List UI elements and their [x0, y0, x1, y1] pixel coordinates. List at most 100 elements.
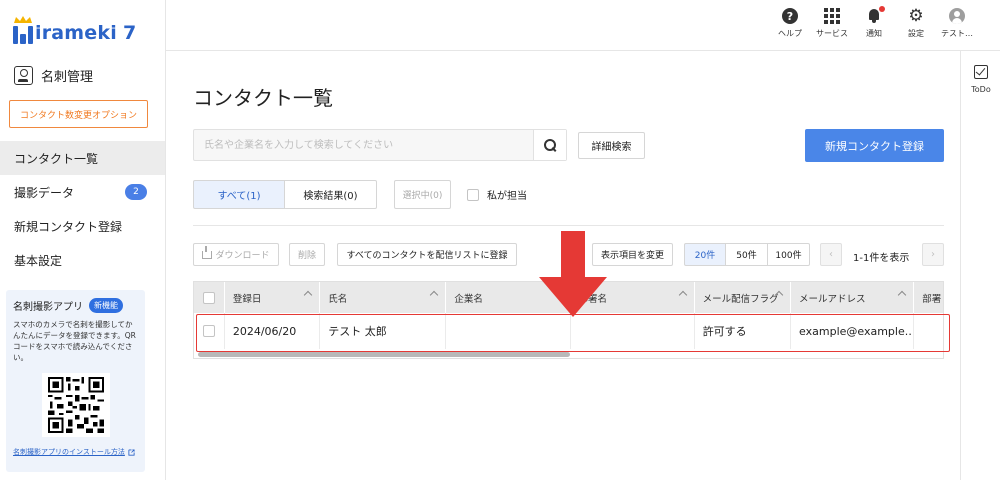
- col-department2-label: 部署: [922, 293, 942, 305]
- divider: [193, 225, 944, 226]
- col-header-department2[interactable]: 部署: [914, 282, 943, 313]
- new-feature-badge: 新機能: [89, 298, 123, 313]
- search-bar: [193, 129, 567, 161]
- crown-icon: [14, 16, 32, 23]
- cell-date: 2024/06/20: [225, 313, 321, 349]
- select-all-checkbox[interactable]: [203, 291, 215, 304]
- filter-tabs: すべて(1) 検索結果(0): [193, 180, 377, 209]
- download-label: ダウンロード: [215, 251, 270, 261]
- user-label: テスト…: [941, 29, 973, 38]
- sidebar-item-label: 基本設定: [14, 253, 63, 268]
- horizontal-scrollbar[interactable]: [198, 352, 570, 357]
- assigned-to-me-filter[interactable]: 私が担当: [467, 187, 527, 202]
- col-name-label: 氏名: [328, 293, 348, 305]
- row-checkbox[interactable]: [203, 325, 215, 337]
- sidebar-item-new-contact[interactable]: 新規コンタクト登録: [0, 209, 165, 243]
- page-size-20[interactable]: 20件: [684, 243, 726, 266]
- sort-icon: [897, 290, 907, 300]
- prev-page-button[interactable]: ‹: [820, 243, 842, 266]
- external-link-icon: [128, 448, 135, 456]
- todo-button[interactable]: ToDo: [961, 65, 1000, 94]
- next-page-button[interactable]: ›: [922, 243, 944, 266]
- cell-name[interactable]: テスト 太郎: [320, 313, 447, 349]
- page-title: コンタクト一覧: [193, 86, 333, 110]
- qr-code-icon: [41, 373, 110, 437]
- user-menu-button[interactable]: テスト…: [941, 8, 973, 39]
- page-size-selector: 20件 50件 100件: [684, 243, 810, 266]
- help-label: ヘルプ: [778, 29, 802, 38]
- section-title: 名刺管理: [14, 66, 93, 85]
- promo-header: 名刺撮影アプリ 新機能: [13, 298, 138, 313]
- settings-label: 設定: [908, 29, 924, 38]
- install-guide-label: 名刺撮影アプリのインストール方法: [13, 448, 125, 456]
- bell-icon: [866, 6, 885, 24]
- col-header-name[interactable]: 氏名: [320, 282, 447, 313]
- select-all-cell: [194, 282, 225, 313]
- scan-app-promo: 名刺撮影アプリ 新機能 スマホのカメラで名刺を撮影してかんたんにデータを登録でき…: [6, 290, 145, 472]
- sidebar-item-scan-data[interactable]: 撮影データ 2: [0, 175, 165, 209]
- search-icon: [544, 139, 556, 151]
- sidebar-item-label: コンタクト一覧: [14, 151, 99, 166]
- apps-grid-icon: [824, 8, 840, 24]
- cell-department: [571, 313, 695, 349]
- help-button[interactable]: ? ヘルプ: [778, 8, 802, 39]
- cell-company: [446, 313, 571, 349]
- col-header-mail-flag[interactable]: メール配信フラグ: [695, 282, 792, 313]
- cell-email: example@example.…: [791, 313, 915, 349]
- sidebar-item-label: 新規コンタクト登録: [14, 219, 123, 234]
- right-rail: ToDo: [960, 51, 1000, 480]
- promo-title: 名刺撮影アプリ: [13, 302, 83, 313]
- red-down-arrow-icon: [539, 231, 607, 317]
- cell-department2: [914, 313, 943, 349]
- sort-icon: [678, 290, 687, 300]
- sidebar: irameki 7 名刺管理 コンタクト数変更オプション コンタクト一覧 撮影デ…: [0, 0, 166, 480]
- delete-button[interactable]: 削除: [289, 243, 325, 266]
- assigned-to-me-checkbox[interactable]: [467, 188, 479, 201]
- gear-icon: ⚙: [908, 6, 924, 26]
- count-badge: 2: [125, 184, 147, 200]
- sidebar-item-contact-list[interactable]: コンタクト一覧: [0, 141, 165, 175]
- logo-h-mark: [12, 16, 34, 44]
- col-header-date[interactable]: 登録日: [225, 282, 321, 313]
- download-button[interactable]: ダウンロード: [193, 243, 279, 266]
- col-company-label: 企業名: [454, 293, 483, 305]
- settings-button[interactable]: ⚙ 設定: [908, 8, 924, 39]
- cell-mail-flag: 許可する: [695, 313, 792, 349]
- notifications-label: 通知: [866, 29, 882, 38]
- col-mail-flag-label: メール配信フラグ: [702, 293, 779, 305]
- col-date-label: 登録日: [232, 293, 262, 305]
- sidebar-item-basic-settings[interactable]: 基本設定: [0, 243, 165, 277]
- promo-description: スマホのカメラで名刺を撮影してかんたんにデータを登録できます。QRコードをスマホ…: [13, 320, 136, 362]
- hirameki-logo[interactable]: irameki 7: [12, 16, 136, 44]
- business-card-icon: [14, 66, 33, 85]
- page-size-100[interactable]: 100件: [768, 243, 810, 266]
- tab-search-results[interactable]: 検索結果(0): [285, 180, 377, 209]
- row-select-cell: [194, 313, 225, 349]
- assigned-to-me-label: 私が担当: [487, 191, 527, 202]
- section-title-label: 名刺管理: [41, 70, 94, 85]
- selected-count-button[interactable]: 選択中(0): [394, 180, 451, 209]
- sort-icon: [303, 290, 313, 300]
- services-button[interactable]: サービス: [816, 8, 848, 39]
- col-email-label: メールアドレス: [799, 293, 866, 305]
- advanced-search-button[interactable]: 詳細検索: [578, 132, 645, 159]
- search-input[interactable]: [194, 130, 533, 160]
- notifications-button[interactable]: 通知: [866, 6, 885, 39]
- todo-label: ToDo: [971, 85, 991, 94]
- checkbox-check-icon: [974, 65, 988, 79]
- logo-number: 7: [122, 22, 137, 44]
- top-header: ? ヘルプ サービス 通知 ⚙ 設定 テスト…: [166, 0, 1000, 51]
- add-all-to-list-button[interactable]: すべてのコンタクトを配信リストに登録: [337, 243, 517, 266]
- avatar-icon: [949, 8, 965, 24]
- col-header-email[interactable]: メールアドレス: [791, 282, 915, 313]
- table-row[interactable]: 2024/06/20 テスト 太郎 許可する example@example.…: [194, 313, 943, 349]
- page-size-50[interactable]: 50件: [726, 243, 768, 266]
- new-contact-button[interactable]: 新規コンタクト登録: [805, 129, 944, 162]
- install-guide-link[interactable]: 名刺撮影アプリのインストール方法: [13, 447, 138, 457]
- services-label: サービス: [816, 29, 848, 38]
- sort-icon: [430, 290, 439, 300]
- tab-all[interactable]: すべて(1): [193, 180, 285, 209]
- contact-option-button[interactable]: コンタクト数変更オプション: [9, 100, 148, 128]
- sidebar-nav: コンタクト一覧 撮影データ 2 新規コンタクト登録 基本設定: [0, 141, 165, 277]
- search-button[interactable]: [533, 130, 566, 160]
